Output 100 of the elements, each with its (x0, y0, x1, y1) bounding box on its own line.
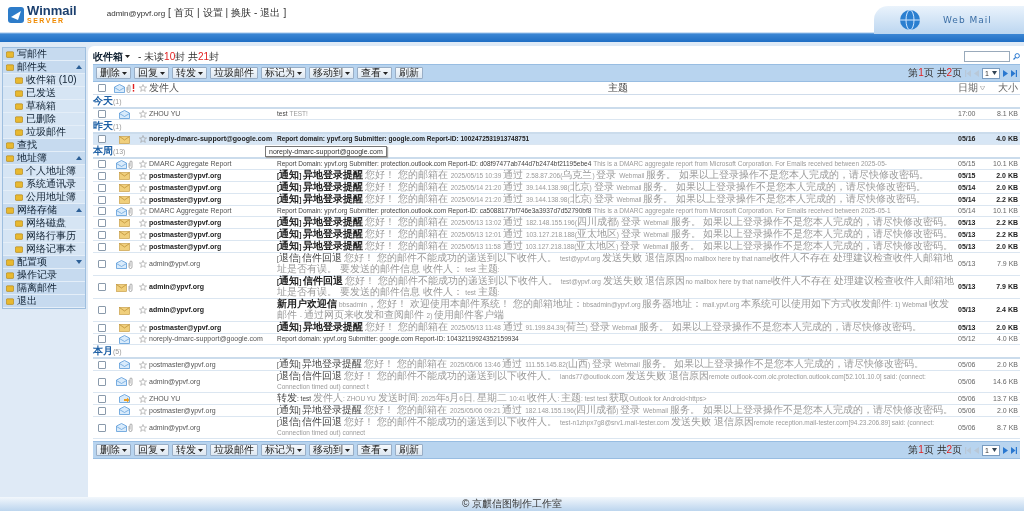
message-row[interactable] (93, 206, 1020, 217)
star-icon[interactable] (139, 183, 147, 192)
column-header[interactable]: 大小 (998, 83, 1020, 93)
message-row[interactable] (93, 159, 1020, 170)
sidebar-item[interactable]: 退出 (3, 295, 85, 308)
toolbar-button[interactable]: 刷新 (395, 67, 423, 79)
checkbox[interactable] (98, 218, 106, 227)
toolbar-button[interactable]: 删除 (96, 67, 131, 79)
sidebar-item[interactable]: 已发送 (3, 87, 85, 100)
sidebar-item[interactable]: 垃圾邮件 (3, 126, 85, 139)
star-icon[interactable] (139, 160, 147, 168)
last-page-icon[interactable] (1011, 69, 1017, 77)
sidebar-item[interactable]: 网络磁盘 (3, 217, 85, 230)
toolbar-button[interactable]: 转发 (172, 444, 207, 456)
checkbox[interactable] (98, 283, 106, 291)
header-link[interactable]: 设置 (202, 6, 223, 20)
column-header[interactable]: 发件人 (149, 83, 277, 93)
sidebar-item[interactable]: 已删除 (3, 113, 85, 126)
star-icon[interactable] (139, 195, 147, 204)
star-icon[interactable] (139, 283, 147, 291)
sidebar-item[interactable]: 写邮件 (3, 48, 85, 61)
sidebar-item[interactable]: 网络记事本 (3, 243, 85, 256)
select-all-checkbox[interactable] (98, 84, 106, 92)
header-link[interactable]: 换肤 (231, 6, 252, 20)
toolbar-button[interactable]: 垃圾邮件 (210, 67, 258, 79)
sidebar-item[interactable]: 个人地址簿 (3, 165, 85, 178)
separator-text: | (225, 7, 229, 18)
checkbox[interactable] (98, 207, 106, 215)
star-icon[interactable] (139, 230, 147, 239)
toolbar-button[interactable]: 垃圾邮件 (210, 444, 258, 456)
star-icon[interactable] (139, 135, 147, 143)
star-icon[interactable] (139, 260, 147, 268)
checkbox[interactable] (98, 195, 106, 204)
star-icon[interactable] (139, 207, 147, 215)
next-page-icon[interactable] (1003, 69, 1008, 77)
checkbox[interactable] (98, 306, 106, 314)
last-page-icon[interactable] (1011, 446, 1017, 454)
checkbox[interactable] (98, 360, 106, 369)
folder-summary: - 未读10封 共21封 (138, 49, 220, 64)
star-icon[interactable] (139, 377, 147, 386)
checkbox[interactable] (98, 423, 106, 432)
toolbar-button[interactable]: 查看 (357, 67, 392, 79)
checkbox[interactable] (98, 160, 106, 168)
star-icon[interactable] (139, 335, 147, 343)
checkbox[interactable] (98, 406, 106, 415)
caret-icon (345, 71, 350, 75)
caret-icon (160, 448, 165, 452)
star-icon[interactable] (139, 306, 147, 314)
star-icon[interactable] (139, 423, 147, 432)
sidebar-item[interactable]: 查找 (3, 139, 85, 152)
sidebar-item[interactable]: 网络行事历 (3, 230, 85, 243)
column-header[interactable]: 日期 (958, 83, 985, 93)
paperclip-icon (125, 83, 131, 93)
toolbar-button[interactable]: 删除 (96, 444, 131, 456)
checkbox[interactable] (98, 110, 106, 118)
checkbox[interactable] (98, 377, 106, 386)
star-icon[interactable] (139, 406, 147, 415)
toolbar-button[interactable]: 移动到 (309, 67, 354, 79)
checkbox[interactable] (98, 323, 106, 332)
star-icon[interactable] (139, 218, 147, 227)
header-link[interactable]: 首页 (173, 6, 194, 20)
sidebar-item[interactable]: 配置项 (3, 256, 85, 269)
sidebar-item[interactable]: 隔离邮件 (3, 282, 85, 295)
next-page-icon[interactable] (1003, 446, 1008, 454)
toolbar-button[interactable]: 转发 (172, 67, 207, 79)
checkbox[interactable] (98, 171, 106, 180)
toolbar-button[interactable]: 移动到 (309, 444, 354, 456)
sidebar-item[interactable]: 操作记录 (3, 269, 85, 282)
header-link[interactable]: 退出 (260, 6, 281, 20)
star-icon[interactable] (139, 360, 147, 369)
column-header[interactable]: 主题 (277, 83, 958, 93)
toolbar-button[interactable]: 回复 (134, 67, 169, 79)
group-label: 今天 (93, 95, 113, 106)
sidebar-item[interactable]: 草稿箱 (3, 100, 85, 113)
checkbox[interactable] (98, 242, 106, 251)
star-icon[interactable] (139, 171, 147, 180)
star-icon[interactable] (139, 110, 147, 118)
separator-text: | (196, 7, 200, 18)
group-label: 本月 (93, 345, 113, 356)
sidebar-item[interactable]: 收件箱 (10) (3, 74, 85, 87)
checkbox[interactable] (98, 230, 106, 239)
star-icon[interactable] (139, 242, 147, 251)
star-icon[interactable] (139, 323, 147, 332)
star-icon[interactable] (139, 394, 147, 403)
checkbox[interactable] (98, 394, 106, 403)
checkbox[interactable] (98, 183, 106, 192)
toolbar-button[interactable]: 标记为 (261, 444, 306, 456)
toolbar-button[interactable]: 标记为 (261, 67, 306, 79)
checkbox[interactable] (98, 260, 106, 268)
search-icon[interactable] (1013, 53, 1020, 60)
sidebar-item[interactable]: 系统通讯录 (3, 178, 85, 191)
sidebar-item[interactable]: 公用地址簿 (3, 191, 85, 204)
search-field[interactable] (964, 51, 1010, 62)
user-email: admin@ypvf.org (106, 9, 166, 18)
folder-title[interactable]: 收件箱 (93, 49, 130, 64)
checkbox[interactable] (98, 335, 106, 343)
toolbar-button[interactable]: 查看 (357, 444, 392, 456)
toolbar-button[interactable]: 回复 (134, 444, 169, 456)
checkbox[interactable] (98, 135, 106, 143)
toolbar-button[interactable]: 刷新 (395, 444, 423, 456)
